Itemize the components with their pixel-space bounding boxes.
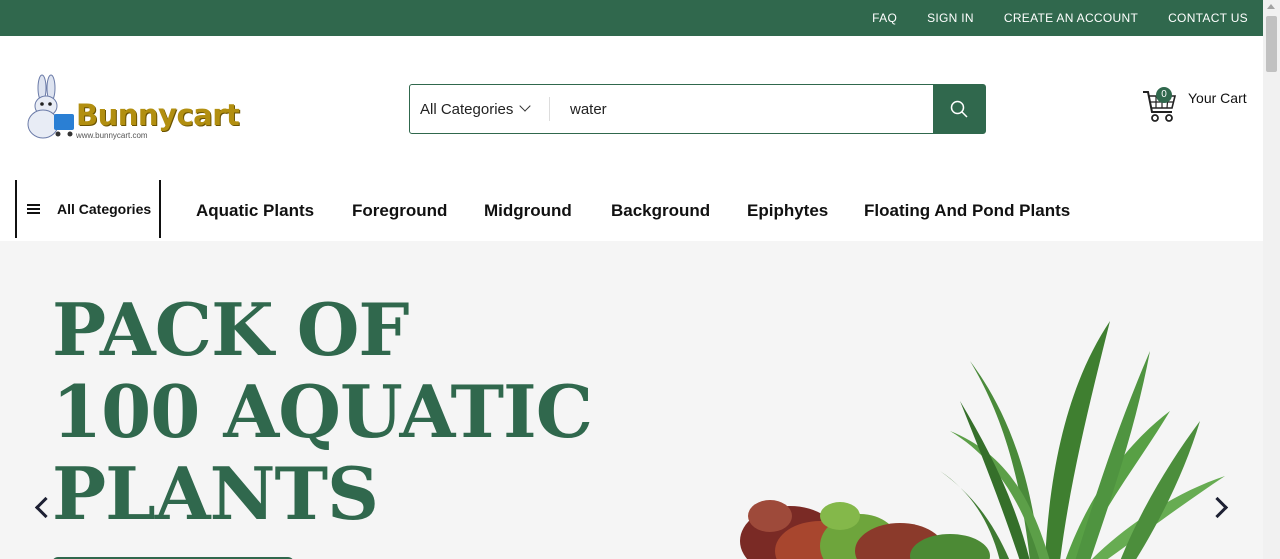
site-logo[interactable]: Bunnycart www.bunnycart.com <box>18 72 240 144</box>
nav-item-background[interactable]: Background <box>611 180 710 238</box>
search-icon <box>950 100 968 118</box>
hero-title-line: 100 AQUATIC <box>52 369 593 454</box>
logo-wordmark: Bunnycart <box>76 98 240 132</box>
aquatic-plants-image <box>740 321 1225 559</box>
search-category-select[interactable]: All Categories <box>410 85 550 133</box>
nav-item-floating-and-pond-plants[interactable]: Floating And Pond Plants <box>864 180 1070 238</box>
all-categories-label: All Categories <box>57 201 152 217</box>
faq-link[interactable]: FAQ <box>872 11 897 25</box>
cart-count-badge: 0 <box>1156 87 1172 103</box>
hero-title-line: PLANTS <box>52 451 379 536</box>
top-bar: FAQ SIGN IN CREATE AN ACCOUNT CONTACT US <box>0 0 1263 36</box>
bunny-logo-icon <box>27 74 74 139</box>
nav-item-aquatic-plants[interactable]: Aquatic Plants <box>196 180 314 238</box>
nav-item-epiphytes[interactable]: Epiphytes <box>747 180 828 238</box>
search-bar: All Categories <box>409 84 986 134</box>
nav-item-foreground[interactable]: Foreground <box>352 180 447 238</box>
main-nav: All Categories Aquatic Plants Foreground… <box>0 180 1263 240</box>
logo-url: www.bunnycart.com <box>76 131 148 140</box>
search-category-label: All Categories <box>420 100 514 118</box>
cart-button[interactable]: 0 Your Cart <box>1142 86 1252 126</box>
search-button[interactable] <box>933 85 985 133</box>
search-input[interactable] <box>550 85 933 133</box>
nav-item-midground[interactable]: Midground <box>484 180 572 238</box>
contact-us-link[interactable]: CONTACT US <box>1168 11 1248 25</box>
sign-in-link[interactable]: SIGN IN <box>927 11 974 25</box>
hamburger-icon <box>27 202 40 216</box>
hero-title-line: PACK OF <box>52 287 410 372</box>
scroll-thumb[interactable] <box>1266 16 1277 72</box>
cart-label: Your Cart <box>1188 90 1247 106</box>
top-links: FAQ SIGN IN CREATE AN ACCOUNT CONTACT US <box>842 0 1248 36</box>
page-scrollbar[interactable] <box>1263 0 1280 559</box>
scroll-up-icon[interactable] <box>1267 4 1275 9</box>
create-account-link[interactable]: CREATE AN ACCOUNT <box>1004 11 1138 25</box>
hero-banner[interactable]: PACK OF 100 AQUATIC PLANTS <box>0 241 1263 559</box>
chevron-down-icon <box>519 100 532 112</box>
all-categories-menu[interactable]: All Categories <box>15 180 161 238</box>
hero-title: PACK OF 100 AQUATIC PLANTS <box>52 287 593 536</box>
